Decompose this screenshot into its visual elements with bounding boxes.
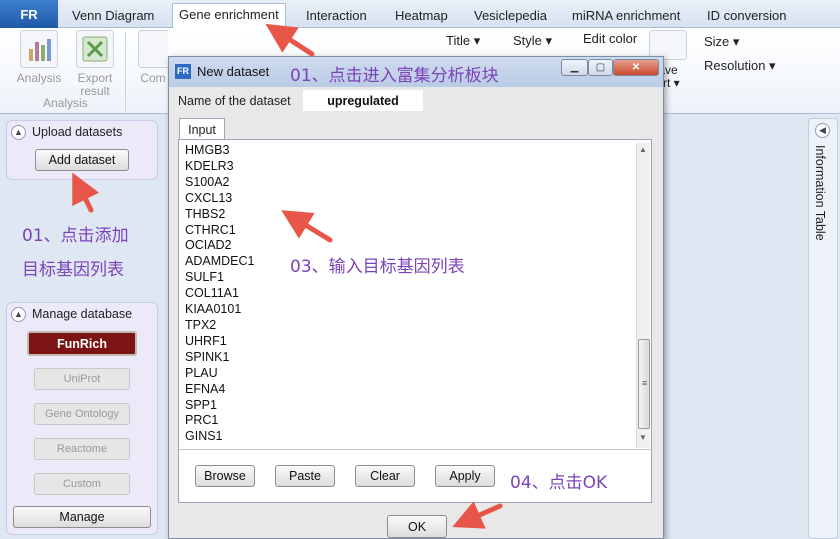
upload-datasets-section: ▲ Upload datasets Add dataset — [6, 120, 158, 180]
export-result-button[interactable]: Export result — [69, 30, 121, 98]
apply-button[interactable]: Apply — [435, 465, 495, 487]
gene-list-item: KIAA0101 — [185, 302, 242, 317]
edit-color-button[interactable]: Edit color — [583, 31, 637, 46]
scroll-down-icon[interactable]: ▼ — [639, 433, 647, 442]
gene-list-item: SPP1 — [185, 397, 217, 412]
export-label-1: Export — [77, 71, 113, 85]
manage-button[interactable]: Manage — [13, 506, 151, 528]
browse-button[interactable]: Browse — [195, 465, 255, 487]
funrich-logo-icon: FR — [175, 64, 191, 79]
annotation-step1-add-line2: 目标基因列表 — [22, 260, 124, 280]
annotation-step4: 04、点击OK — [510, 473, 608, 493]
paste-button[interactable]: Paste — [275, 465, 335, 487]
bar-chart-icon — [20, 30, 58, 68]
gene-list-item: HMGB3 — [185, 143, 230, 157]
annotation-step1-add-line1: 01、点击添加 — [22, 226, 129, 246]
gene-list-item: KDELR3 — [185, 158, 234, 173]
annotation-step3: 03、输入目标基因列表 — [290, 257, 465, 277]
collapse-up-icon[interactable]: ▲ — [11, 306, 26, 322]
new-dataset-dialog: FR New dataset ▁ ▢ ✕ Name of the dataset… — [168, 56, 664, 539]
tab-vesiclepedia[interactable]: Vesiclepedia — [468, 5, 553, 28]
close-icon[interactable]: ✕ — [613, 59, 659, 76]
left-panel: ▲ Upload datasets Add dataset ▲ Manage d… — [0, 114, 165, 539]
upload-datasets-title: Upload datasets — [32, 125, 123, 139]
gene-list-textarea[interactable]: HMGB3 KDELR3 S100A2 CXCL13 THBS2 CTHRC1 OCIAD2… — [181, 143, 636, 449]
minimize-icon[interactable]: ▁ — [561, 59, 588, 76]
resolution-menu[interactable]: Resolution ▾ — [704, 58, 776, 74]
tab-heatmap[interactable]: Heatmap — [389, 5, 454, 28]
manage-database-header: ▲ Manage database — [7, 303, 157, 325]
scroll-thumb[interactable]: ≡ — [638, 339, 650, 429]
ribbon-tab-bar: FR Venn Diagram Gene enrichment Interact… — [0, 0, 840, 29]
information-table-panel: ◀ Information Table — [808, 118, 838, 539]
compare-button[interactable]: Com — [138, 30, 168, 85]
gene-ontology-database-button[interactable]: Gene Ontology — [34, 403, 130, 425]
gene-list-item: S100A2 — [185, 174, 230, 189]
annotation-step1-tab: 01、点击进入富集分析板块 — [290, 66, 499, 86]
manage-database-title: Manage database — [32, 307, 133, 321]
manage-database-section: ▲ Manage database FunRich UniProt Gene O… — [6, 302, 158, 535]
maximize-icon[interactable]: ▢ — [588, 59, 613, 76]
custom-database-button[interactable]: Custom — [34, 473, 130, 495]
tab-mirna-enrichment[interactable]: miRNA enrichment — [566, 5, 686, 28]
size-menu[interactable]: Size ▾ — [704, 34, 739, 50]
input-panel: HMGB3 KDELR3 S100A2 CXCL13 THBS2 CTHRC1 OCIAD2… — [178, 139, 652, 503]
dialog-title: New dataset — [197, 64, 270, 79]
gene-list-item: PLAU — [185, 365, 218, 380]
add-dataset-button[interactable]: Add dataset — [35, 149, 129, 171]
tab-venn-diagram[interactable]: Venn Diagram — [66, 5, 160, 28]
ok-button[interactable]: OK — [387, 515, 447, 538]
analysis-label: Analysis — [16, 71, 62, 85]
gene-list-item: CTHRC1 — [185, 222, 236, 237]
gene-list-item: GINS1 — [185, 429, 223, 444]
gene-list-item: TPX2 — [185, 317, 217, 332]
scroll-up-icon[interactable]: ▲ — [639, 145, 647, 154]
reactome-database-button[interactable]: Reactome — [34, 438, 130, 460]
gene-list-item: SPINK1 — [185, 349, 230, 364]
tab-input[interactable]: Input — [179, 118, 225, 140]
ribbon-divider — [125, 32, 126, 112]
style-menu[interactable]: Style ▾ — [513, 33, 552, 49]
divider — [179, 449, 651, 450]
chart-icon — [138, 30, 168, 68]
gene-list-item: THBS2 — [185, 206, 226, 221]
gene-list-item: COL11A1 — [185, 286, 239, 301]
tab-id-conversion[interactable]: ID conversion — [701, 5, 792, 28]
gene-list-item: PRC1 — [185, 413, 219, 428]
information-table-title: Information Table — [813, 145, 827, 241]
analysis-button[interactable]: Analysis — [13, 30, 65, 85]
gene-list-item: CXCL13 — [185, 190, 233, 205]
collapse-up-icon[interactable]: ▲ — [11, 124, 26, 140]
collapse-left-icon[interactable]: ◀ — [815, 123, 830, 138]
gene-list-scrollbar[interactable]: ▲ ≡ ▼ — [636, 143, 650, 448]
gene-list-item: EFNA4 — [185, 381, 226, 396]
upload-datasets-header: ▲ Upload datasets — [7, 121, 157, 143]
title-menu[interactable]: Title ▾ — [446, 33, 480, 49]
excel-icon — [76, 30, 114, 68]
uniprot-database-button[interactable]: UniProt — [34, 368, 130, 390]
compare-label: Com — [140, 71, 166, 85]
gene-list-item: UHRF1 — [185, 333, 227, 348]
app-menu-button[interactable]: FR — [0, 0, 58, 28]
dataset-name-label: Name of the dataset — [178, 94, 291, 108]
dataset-name-input[interactable] — [303, 90, 423, 111]
tab-gene-enrichment[interactable]: Gene enrichment — [172, 3, 286, 29]
grip-icon: ≡ — [642, 378, 648, 388]
funrich-database-button[interactable]: FunRich — [27, 331, 137, 356]
clear-button[interactable]: Clear — [355, 465, 415, 487]
tab-interaction[interactable]: Interaction — [300, 5, 373, 28]
app-logo: FR — [20, 6, 38, 22]
analysis-group-label: Analysis — [43, 96, 88, 110]
